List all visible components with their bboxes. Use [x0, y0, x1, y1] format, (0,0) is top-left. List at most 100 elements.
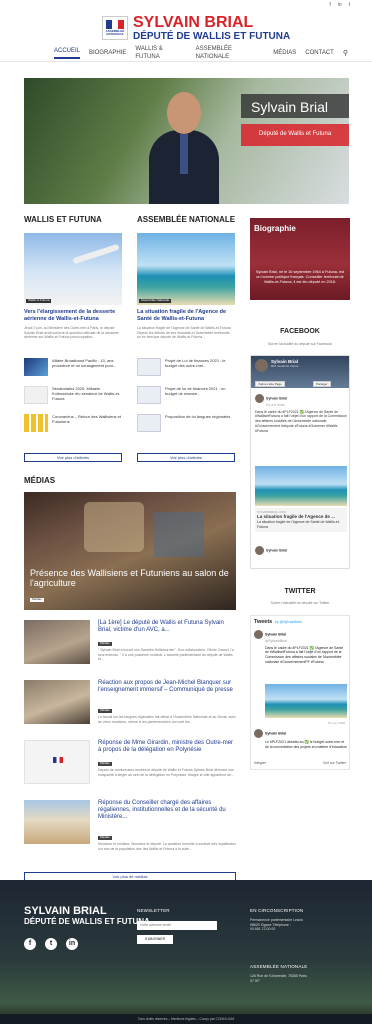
thumbnail — [137, 386, 161, 404]
twitter-icon[interactable]: t — [349, 2, 350, 10]
twitter-widget: Tweets by @SylvainBrial Sylvain Brial @S… — [250, 615, 350, 770]
fb-post-image[interactable] — [255, 466, 347, 506]
assemblee-article-image[interactable]: Assemblée Nationale — [137, 233, 235, 305]
media-text: Monsieur le ministre, Monsieur le député… — [98, 842, 236, 851]
hero-name: Sylvain Brial — [241, 94, 349, 118]
wallis-heading: WALLIS ET FUTUNA — [24, 215, 102, 224]
assemblee-heading: ASSEMBLÉE NATIONALE — [137, 215, 236, 224]
footer-bottom-bar: Tous droits réservés – Mentions légales … — [0, 1014, 372, 1024]
tweet2-text: Le #PLF2021 débattu au ✅ le budget outre… — [265, 740, 347, 749]
seal-text: ASSEMBLÉE NATIONALE — [105, 29, 125, 36]
tweet1-text: Dans le cadre du #PLF2021 ✅ l'Agence de … — [265, 645, 344, 664]
twitter-heading: TWITTER — [284, 588, 316, 595]
nav-contact[interactable]: CONTACT — [305, 50, 334, 58]
medias-hero-caption: Présence des Wallisiens et Futuniens au … — [30, 568, 229, 589]
assemblee-mini-3[interactable]: Proposition de loi langues régionales — [137, 414, 235, 432]
media-item-4[interactable]: Réponse du Conseiller chargé des affaire… — [24, 800, 236, 852]
fb-post-2: Sylvain Brial — [255, 546, 347, 555]
deputy-portrait — [149, 92, 219, 204]
main-nav: ACCUEIL BIOGRAPHIE WALLIS & FUTUNA ASSEM… — [0, 46, 372, 62]
view-on-twitter-link[interactable]: Voir sur Twitter — [323, 761, 346, 766]
media-badge: Médias — [98, 641, 112, 646]
site-footer: SYLVAIN BRIAL DÉPUTÉ DE WALLIS ET FUTUNA… — [0, 880, 372, 1024]
thumbnail — [24, 358, 48, 376]
wallis-mini-2[interactable]: Sénatoriales 2020: Mikaele Kulimoetoke é… — [24, 386, 122, 404]
footer-subtitle: DÉPUTÉ DE WALLIS ET FUTUNA — [24, 917, 150, 926]
thumbnail — [24, 620, 90, 664]
tweet-1: Sylvain Brial @SylvainBrial Dans le cadr… — [254, 630, 348, 665]
tweets-by[interactable]: by @SylvainBrial — [275, 620, 302, 625]
thumbnail — [137, 414, 161, 432]
biography-card[interactable]: Biographie Sylvain Brial, né le 16 septe… — [250, 218, 350, 300]
brand-name: SYLVAIN BRIAL — [133, 13, 254, 31]
wallis-more-button[interactable]: Voir plus d'articles — [24, 453, 122, 462]
avatar — [254, 729, 263, 738]
media-title[interactable]: Réponse du Conseiller chargé des affaire… — [98, 800, 236, 822]
assemblee-tag: Assemblée Nationale — [139, 298, 172, 303]
wallis-article-image[interactable]: Wallis et Futuna — [24, 233, 122, 305]
medias-heading: MÉDIAS — [24, 476, 56, 485]
tweets-title: Tweets — [254, 619, 273, 625]
hero-role: Député de Wallis et Futuna — [241, 124, 349, 146]
media-title[interactable]: [La 1ère] Le député de Wallis et Futuna … — [98, 620, 236, 634]
tweet-2: Sylvain Brial Le #PLF2021 débattu au ✅ l… — [254, 729, 348, 749]
subscribe-button[interactable]: S'ABONNER — [137, 935, 173, 944]
brand-block[interactable]: SYLVAIN BRIAL DÉPUTÉ DE WALLIS ET FUTUNA — [133, 13, 290, 42]
twitter-subtitle: Suivre l'actualité du député sur Twitter — [270, 601, 330, 605]
wallis-article-title[interactable]: Vers l'élargissement de la desserte aéri… — [24, 309, 122, 323]
fb-link-text: La situation fragile de l'Agence de Sant… — [257, 520, 340, 529]
circonscription-address: Permanence parlementaire Leava 98620 Sig… — [250, 918, 303, 932]
fb-post-author[interactable]: Sylvain Brial — [266, 396, 287, 400]
medias-hero[interactable]: Présence des Wallisiens et Futuniens au … — [24, 492, 236, 610]
wallis-mini-3[interactable]: Coronavirus – Retour des Wallisiens et F… — [24, 414, 122, 432]
nav-assemblee[interactable]: ASSEMBLÉE NATIONALE — [196, 46, 265, 62]
media-badge: Médias — [98, 708, 112, 713]
tweet-image[interactable] — [265, 684, 347, 718]
thumbnail — [137, 358, 161, 376]
media-item-1[interactable]: [La 1ère] Le député de Wallis et Futuna … — [24, 620, 236, 672]
avatar — [254, 630, 263, 639]
wallis-mini-1[interactable]: Affaire Broadband Pacific : 10, ans proc… — [24, 358, 122, 376]
assemblee-footer-heading: ASSEMBLÉE NATIONALE — [250, 964, 308, 969]
facebook-icon[interactable]: f — [24, 938, 36, 950]
linkedin-icon[interactable]: in — [66, 938, 78, 950]
fb-link-preview[interactable]: SYLVAINBRIAL.COM La situation fragile de… — [255, 508, 347, 532]
media-title[interactable]: Réaction aux propos de Jean-Michel Blanq… — [98, 680, 236, 694]
media-item-2[interactable]: Réaction aux propos de Jean-Michel Blanq… — [24, 680, 236, 732]
embed-link[interactable]: Intégrer — [254, 761, 266, 766]
tweet1-date: 19 nov. 2020 — [327, 721, 345, 725]
biography-text: Sylvain Brial, né le 16 septembre 1964 à… — [255, 270, 345, 285]
assemblee-article-title[interactable]: La situation fragile de l'Agence de Sant… — [137, 309, 235, 323]
nav-wallis-futuna[interactable]: WALLIS & FUTUNA — [135, 46, 186, 62]
fb-post-text: Dans le cadre du #PLF2021 ✅ l'Agence de … — [255, 409, 347, 433]
newsletter-email-input[interactable]: Votre adresse email — [137, 921, 217, 930]
search-icon[interactable]: ⚲ — [343, 49, 348, 58]
assemblee-mini-1[interactable]: Projet de Loi de finances 2021 : le budg… — [137, 358, 235, 376]
wallis-tag: Wallis et Futuna — [26, 298, 52, 303]
twitter-icon[interactable]: t — [45, 938, 57, 950]
assemblee-logo[interactable]: ASSEMBLÉE NATIONALE — [102, 16, 128, 40]
assemblee-more-button[interactable]: Voir plus d'articles — [137, 453, 235, 462]
hero-banner: Sylvain Brial Député de Wallis et Futuna — [24, 78, 349, 204]
fb-post-date: il y a 6 mois — [266, 403, 285, 407]
facebook-widget: Sylvain Brial 802 mentions J'aime J'aime… — [250, 355, 350, 569]
nav-biographie[interactable]: BIOGRAPHIE — [89, 50, 126, 58]
assemblee-mini-2[interactable]: Projet de loi de finances 2021 : un budg… — [137, 386, 235, 404]
media-text: " Sylvain Brial a trouvé son Sandrès Hol… — [98, 648, 234, 662]
facebook-icon[interactable]: f — [329, 2, 330, 10]
fb-like-button[interactable]: J'aime cette Page — [255, 381, 285, 387]
tweet2-author[interactable]: Sylvain Brial — [265, 731, 286, 735]
thumbnail — [24, 414, 48, 432]
fb-page-likes: 802 mentions J'aime — [271, 364, 299, 368]
nav-medias[interactable]: MÉDIAS — [273, 50, 296, 58]
thumbnail — [24, 386, 48, 404]
nav-accueil[interactable]: ACCUEIL — [54, 48, 81, 59]
fb-share-button[interactable]: Partager — [313, 381, 331, 387]
facebook-cover: Sylvain Brial 802 mentions J'aime J'aime… — [251, 356, 349, 388]
medias-hero-tag: Médias — [30, 597, 44, 602]
tweet1-author[interactable]: Sylvain Brial — [265, 632, 286, 636]
linkedin-icon[interactable]: in — [338, 2, 342, 10]
media-title[interactable]: Réponse de Mme Girardin, ministre des Ou… — [98, 740, 236, 754]
media-item-3[interactable]: Réponse de Mme Girardin, ministre des Ou… — [24, 740, 236, 792]
fb-post2-author[interactable]: Sylvain Brial — [266, 548, 287, 552]
